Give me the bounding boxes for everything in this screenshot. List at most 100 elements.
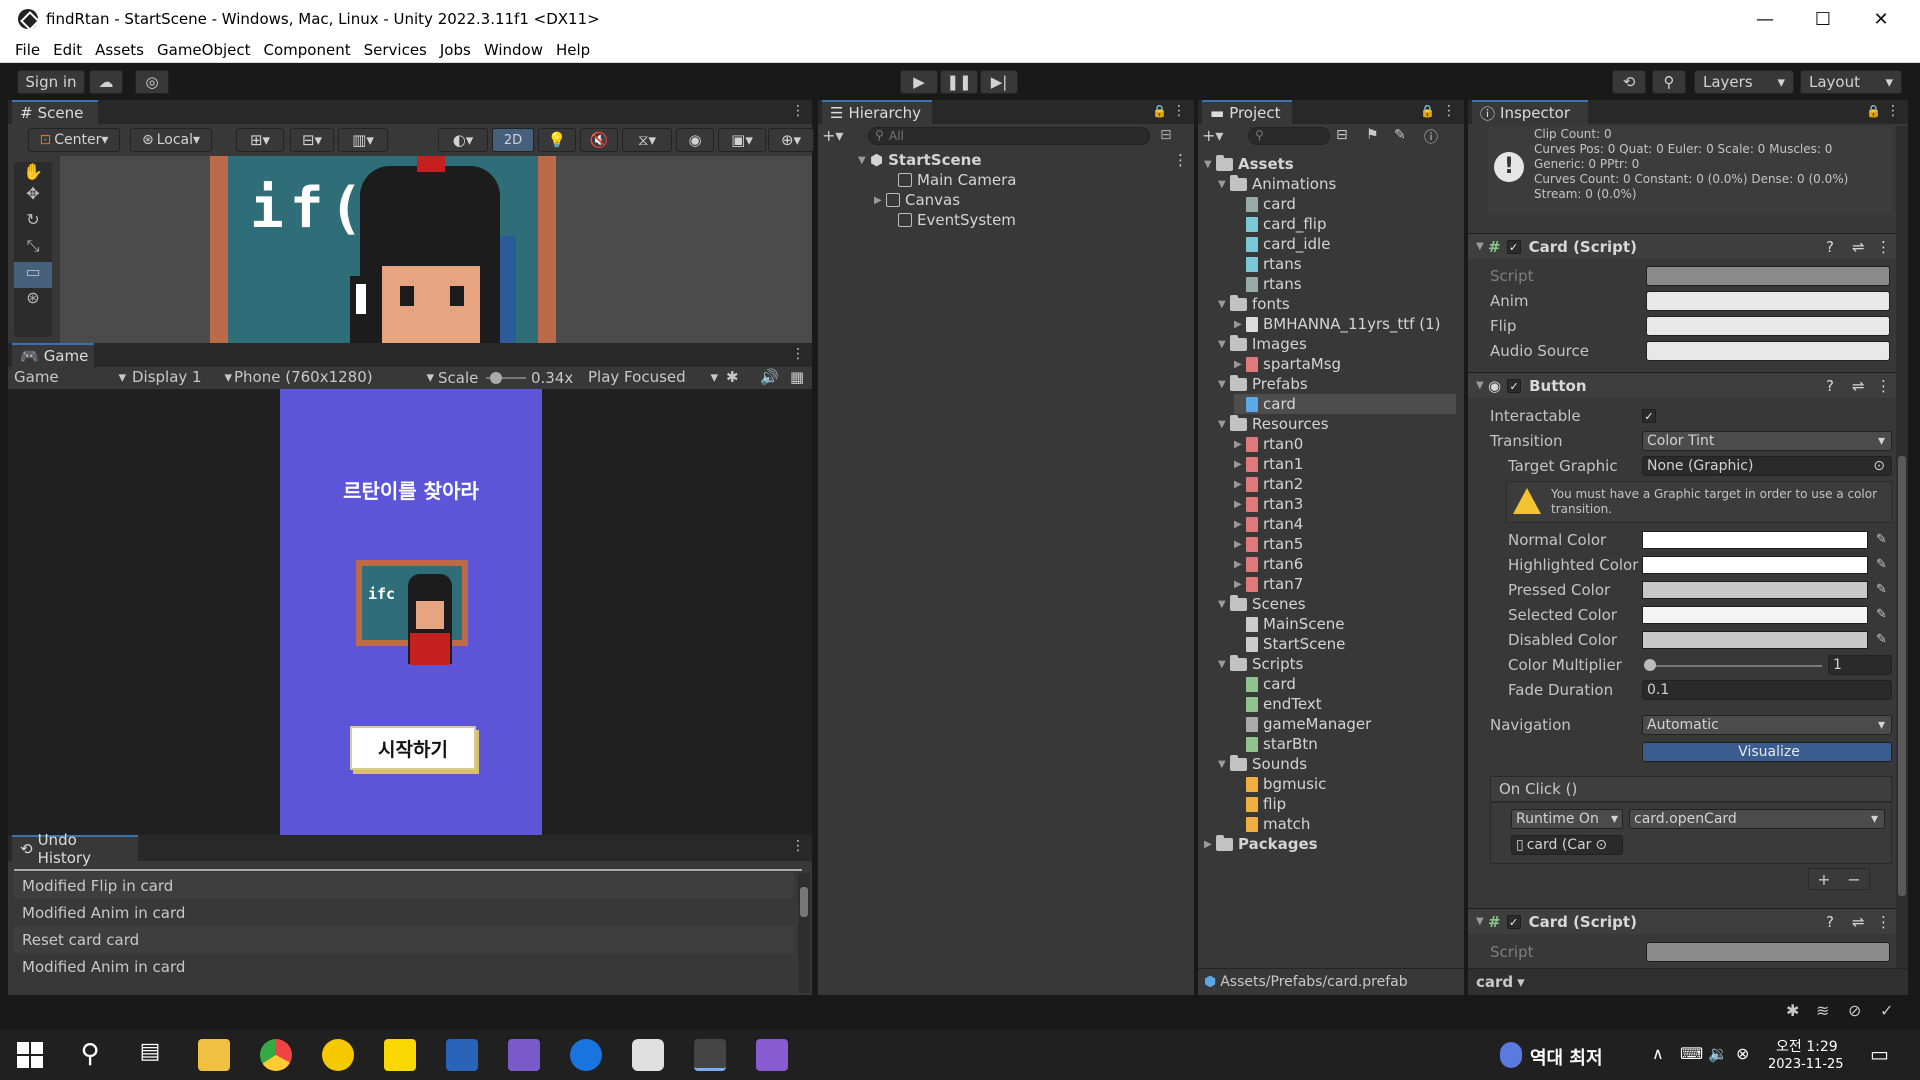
eyedropper-icon[interactable]: ✎ [1876, 632, 1887, 647]
color-multiplier-slider[interactable] [1644, 659, 1822, 671]
project-item[interactable]: gameManager [1234, 714, 1456, 734]
step-button[interactable]: ▶| [980, 70, 1018, 94]
project-item[interactable]: ▶ rtan2 [1234, 474, 1456, 494]
layout-dropdown[interactable]: Layout ▾ [1800, 70, 1902, 94]
project-item[interactable]: ▶ rtan1 [1234, 454, 1456, 474]
normal-color-swatch[interactable] [1642, 531, 1868, 549]
close-button[interactable]: ✕ [1852, 0, 1910, 38]
mode-2d-button[interactable]: 2D [492, 128, 534, 152]
maximize-button[interactable]: ☐ [1794, 0, 1852, 38]
unity-editor-icon[interactable] [694, 1039, 726, 1071]
anim-field[interactable] [1646, 291, 1890, 311]
undo-menu-icon[interactable]: ⋮ [791, 838, 805, 856]
project-item[interactable]: ▼ Prefabs [1218, 374, 1456, 394]
expand-arrow-icon[interactable]: ▼ [1218, 299, 1230, 310]
preset-icon[interactable]: ⇌ [1852, 913, 1865, 931]
menu-gameobject[interactable]: GameObject [157, 41, 251, 59]
undo-scrollbar[interactable] [798, 873, 810, 993]
grid-snap-button[interactable]: ⊞▾ [236, 128, 284, 152]
task-view-icon[interactable]: ▤ [134, 1039, 166, 1071]
input-method-icon[interactable]: ⊗ [1736, 1044, 1749, 1063]
audio-icon[interactable]: 🔇 [580, 128, 618, 152]
auto-generate-icon[interactable]: ⊘ [1848, 1001, 1861, 1020]
weather-text[interactable]: 역대 최저 [1530, 1044, 1603, 1070]
footer-object-name[interactable]: card [1476, 973, 1513, 991]
tab-project[interactable]: ▬ Project [1202, 100, 1292, 124]
expand-arrow-icon[interactable]: ▼ [1204, 159, 1216, 170]
search-by-type-icon[interactable]: ⊟ [1336, 127, 1348, 143]
expand-arrow-icon[interactable]: ▶ [874, 195, 886, 206]
expand-arrow-icon[interactable]: ▼ [1218, 419, 1230, 430]
notification-icon[interactable]: ▭ [1870, 1042, 1889, 1066]
visual-studio-icon[interactable] [756, 1039, 788, 1071]
pivot-dropdown[interactable]: ⊡ Center ▾ [28, 128, 120, 152]
expand-arrow-icon[interactable]: ▼ [1218, 759, 1230, 770]
bug-icon[interactable]: ✱ [726, 368, 739, 386]
effects-icon[interactable]: ⧖▾ [622, 128, 672, 152]
weather-icon[interactable] [1500, 1042, 1522, 1068]
play-mode-dropdown[interactable]: Play Focused ▾ [588, 368, 718, 386]
button-component-header[interactable]: ▼ ◉ ✓ Button ? ⇌ ⋮ [1468, 372, 1908, 398]
ruler-button[interactable]: ▥▾ [338, 128, 388, 152]
file-explorer-icon[interactable] [198, 1039, 230, 1071]
tab-hierarchy[interactable]: ☰ Hierarchy [822, 100, 932, 124]
status-ok-icon[interactable]: ✓ [1880, 1001, 1893, 1020]
cache-icon[interactable]: ≋ [1816, 1001, 1829, 1020]
target-graphic-field[interactable]: None (Graphic) ⊙ [1642, 456, 1892, 476]
project-item[interactable]: ▶ rtan7 [1234, 574, 1456, 594]
selected-color-swatch[interactable] [1642, 606, 1868, 624]
play-button[interactable]: ▶ [900, 70, 938, 94]
game-menu-icon[interactable]: ⋮ [791, 346, 805, 364]
object-picker-icon[interactable]: ⊙ [1595, 837, 1607, 853]
resolution-dropdown[interactable]: Phone (760x1280) ▾ [234, 368, 434, 386]
view-dropdown[interactable]: Game ▾ [14, 368, 126, 386]
move-tool-icon[interactable]: ✥ [14, 184, 52, 210]
project-item[interactable]: ▶ rtan5 [1234, 534, 1456, 554]
hidden-icon[interactable]: ◉ [676, 128, 714, 152]
scale-slider-thumb[interactable] [490, 372, 502, 384]
button-enabled-checkbox[interactable]: ✓ [1507, 378, 1522, 393]
project-item[interactable]: card [1234, 394, 1456, 414]
help-icon[interactable]: ? [1826, 238, 1834, 256]
menu-services[interactable]: Services [364, 41, 427, 59]
undo-item[interactable]: Modified Anim in card [14, 953, 794, 980]
cloud-icon[interactable]: ☁ [89, 70, 123, 94]
expand-arrow-icon[interactable]: ▼ [1218, 379, 1230, 390]
project-item[interactable]: card_idle [1234, 234, 1456, 254]
project-item[interactable]: flip [1234, 794, 1456, 814]
hierarchy-scene-row[interactable]: ▼ ⬢ StartScene ⋮ [858, 150, 1188, 170]
collab-icon[interactable]: ◎ [135, 70, 169, 94]
undo-item[interactable]: Modified Anim in card [14, 899, 794, 926]
eyedropper-icon[interactable]: ✎ [1876, 557, 1887, 572]
expand-arrow-icon[interactable]: ▼ [1218, 599, 1230, 610]
scene-menu-icon[interactable]: ⋮ [791, 103, 805, 121]
sticky-notes-icon[interactable] [384, 1039, 416, 1071]
project-item[interactable]: rtans [1234, 254, 1456, 274]
method-dropdown[interactable]: card.openCard ▾ [1629, 809, 1885, 829]
audio-source-field[interactable] [1646, 341, 1890, 361]
project-menu-icon[interactable]: ⋮ [1442, 103, 1456, 121]
component-menu-icon[interactable]: ⋮ [1876, 377, 1891, 395]
stats-icon[interactable]: ▦ [790, 368, 804, 386]
rotate-tool-icon[interactable]: ↻ [14, 210, 52, 236]
clock-date[interactable]: 2023-11-25 [1768, 1057, 1844, 1072]
expand-arrow-icon[interactable]: ▼ [1218, 659, 1230, 670]
speaker-icon[interactable]: 🔊 [760, 368, 779, 386]
expand-arrow-icon[interactable]: ▼ [858, 155, 870, 166]
object-picker-icon[interactable]: ⊙ [1873, 458, 1885, 474]
inspector-scrollbar[interactable] [1896, 126, 1908, 968]
clock-time[interactable]: 오전 1:29 [1776, 1036, 1838, 1056]
hierarchy-item-eventsystem[interactable]: EventSystem [886, 210, 1016, 230]
light-icon[interactable]: 💡 [538, 128, 576, 152]
scene-filter-icon[interactable]: ⊟ [1160, 127, 1172, 143]
history-icon[interactable]: ⟲ [1612, 70, 1646, 94]
hierarchy-item-canvas[interactable]: ▶ Canvas [874, 190, 960, 210]
tab-game[interactable]: 🎮 Game [12, 343, 94, 367]
sign-in-button[interactable]: Sign in [17, 70, 85, 94]
project-item[interactable]: match [1234, 814, 1456, 834]
arrow-app-icon[interactable] [570, 1039, 602, 1071]
project-item[interactable]: ▼ Animations [1218, 174, 1456, 194]
component-menu-icon[interactable]: ⋮ [1876, 238, 1891, 256]
hand-tool-icon[interactable]: ✋ [14, 162, 52, 184]
project-item[interactable]: ▶ rtan0 [1234, 434, 1456, 454]
